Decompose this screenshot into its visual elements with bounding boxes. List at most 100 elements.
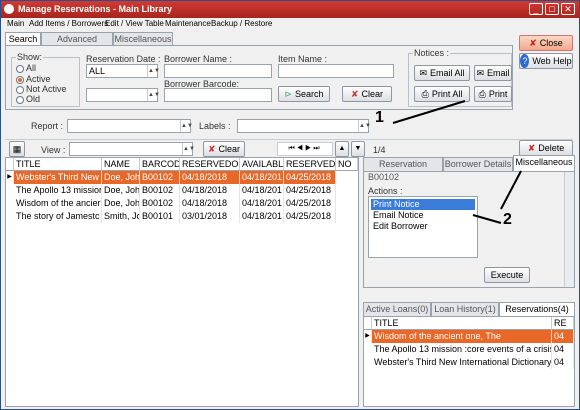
borrower-barcode-input[interactable] (164, 88, 272, 102)
cell-reservedon: 04/18/2018 (180, 184, 240, 197)
tab-reservations[interactable]: Reservations(4) (499, 302, 575, 316)
printer-icon: ⎙ (478, 89, 486, 99)
cell-available: 04/18/201 (242, 184, 284, 197)
close-button[interactable]: ✘ Close (519, 35, 573, 51)
col-res-re[interactable]: RE (552, 317, 574, 330)
cell-available: 04/18/201 (242, 197, 284, 210)
delete-button[interactable]: ✘ Delete (519, 140, 573, 156)
cell-title: The Apollo 13 mission (16, 184, 102, 197)
maximize-button[interactable]: □ (545, 3, 559, 15)
borrower-name-input[interactable] (164, 64, 272, 78)
clear-icon: ✘ (207, 144, 216, 154)
menu-main[interactable]: Main (7, 19, 24, 28)
reservations-grid: TITLE NAME BARCODE RESERVEDON AVAILABLE … (5, 157, 359, 407)
radio-not-active[interactable] (16, 86, 24, 94)
report-select[interactable]: ▲▼ (67, 119, 193, 133)
reservation-date-label: Reservation Date : (86, 54, 161, 64)
email-button[interactable]: ✉ Email (474, 65, 512, 81)
window-title: Manage Reservations - Main Library (18, 4, 173, 14)
menu-backup[interactable]: Backup / Restore (211, 19, 272, 28)
clear-view-button[interactable]: ✘ Clear (203, 141, 245, 157)
execute-button[interactable]: Execute (484, 267, 530, 283)
cell-reserveduntil: 04/25/2018 (284, 197, 336, 210)
tab-reservation-details[interactable]: Reservation Details (363, 157, 443, 182)
actions-listbox[interactable]: Print Notice Email Notice Edit Borrower (368, 196, 478, 258)
radio-all[interactable] (16, 65, 24, 73)
cell-res-title: Wisdom of the ancient one, The (372, 330, 552, 343)
cell-res-re: 04 (552, 330, 574, 343)
cell-name: Doe, John (104, 184, 140, 197)
email-label: Email (487, 68, 510, 78)
close-button-label: Close (539, 38, 563, 48)
minimize-button[interactable]: _ (529, 3, 543, 15)
radio-active[interactable] (16, 76, 24, 84)
partial-barcode-text: B00102 (368, 172, 400, 182)
action-email-notice[interactable]: Email Notice (371, 210, 424, 221)
misc-panel: B00102 Actions : Print Notice Email Noti… (363, 171, 575, 288)
tab-search[interactable]: Search (5, 32, 41, 46)
col-available[interactable]: AVAILABLE (240, 158, 284, 171)
view-select[interactable]: ▲▼ (69, 142, 195, 156)
search-icon: ⊳ (284, 89, 292, 99)
chevron-down-icon: ▲▼ (147, 65, 160, 77)
cell-reservedon: 04/18/2018 (180, 197, 240, 210)
grid-menu-icon[interactable]: ▦ (9, 141, 25, 157)
col-barcode[interactable]: BARCODE (140, 158, 180, 171)
menu-edit-view[interactable]: Edit / View Table (105, 19, 164, 28)
web-help-button[interactable]: ? Web Help (519, 53, 573, 69)
menu-maintenance[interactable]: Maintenance (165, 19, 211, 28)
cell-name: Smith, Jc (104, 210, 140, 223)
tab-active-loans[interactable]: Active Loans(0) (363, 302, 431, 316)
actions-label: Actions : (368, 186, 403, 196)
col-no[interactable]: NO (336, 158, 358, 171)
chevron-down-icon: ▲▼ (147, 89, 160, 101)
labels-select[interactable]: ▲▼ (237, 119, 371, 133)
radio-old-label: Old (26, 94, 41, 104)
item-name-input[interactable] (278, 64, 394, 78)
report-label: Report : (31, 121, 64, 131)
pager-nav[interactable]: ⏮◀▶⏭ (277, 142, 333, 156)
radio-old[interactable] (16, 96, 24, 104)
print-button[interactable]: ⎙ Print (474, 86, 512, 102)
borrower-name-label: Borrower Name : (164, 54, 233, 64)
tab-advanced-search[interactable]: Advanced Search (41, 32, 113, 57)
cell-barcode: B00101 (140, 210, 180, 223)
cell-title: Wisdom of the ancier (16, 197, 102, 210)
delete-label: Delete (538, 143, 565, 153)
col-res-title[interactable]: TITLE (372, 317, 552, 330)
col-title[interactable]: TITLE (14, 158, 102, 171)
reservation-date-value: ALL (89, 66, 106, 76)
chevron-down-icon: ▲▼ (358, 120, 371, 132)
radio-not-active-label: Not Active (26, 84, 67, 94)
reservation-date-select-2[interactable]: ▲▼ (86, 88, 160, 102)
clear-search-button[interactable]: ✘ Clear (342, 86, 392, 102)
cell-title: The story of Jamestc (14, 210, 102, 223)
tab-loan-history[interactable]: Loan History(1) (431, 302, 499, 316)
cell-available: 04/18/201 (242, 210, 284, 223)
col-name[interactable]: NAME (102, 158, 140, 171)
email-all-button[interactable]: ✉ Email All (414, 65, 470, 81)
search-button[interactable]: ⊳ Search (278, 86, 330, 102)
reservation-date-select[interactable]: ALL ▲▼ (86, 64, 160, 78)
close-window-button[interactable]: ✕ (561, 3, 575, 15)
cell-res-re: 04 (552, 356, 574, 369)
notices-label: Notices : (413, 48, 451, 58)
cell-reservedon: 03/01/2018 (180, 210, 240, 223)
clear-search-label: Clear (361, 89, 384, 99)
envelope-icon: ✉ (476, 68, 485, 78)
misc-scrollbar[interactable] (564, 172, 574, 287)
menu-add-items[interactable]: Add Items / Borrowers (29, 19, 108, 28)
tab-miscellaneous[interactable]: Miscellaneous (113, 32, 173, 46)
print-label: Print (488, 89, 508, 99)
grid-indicator-header (364, 317, 372, 330)
cell-barcode: B00102 (140, 197, 180, 210)
action-print-notice[interactable]: Print Notice (371, 199, 475, 210)
show-group: Show: All Active Not Active Old (11, 52, 80, 107)
action-edit-borrower[interactable]: Edit Borrower (371, 221, 428, 232)
move-up-button[interactable]: ▲ (335, 141, 349, 157)
col-reserveduntil[interactable]: RESERVEDUNTIL (284, 158, 336, 171)
col-reservedon[interactable]: RESERVEDON (180, 158, 240, 171)
search-button-label: Search (295, 89, 324, 99)
move-down-button[interactable]: ▼ (351, 141, 365, 157)
title-bar: Manage Reservations - Main Library _ □ ✕ (1, 1, 579, 18)
